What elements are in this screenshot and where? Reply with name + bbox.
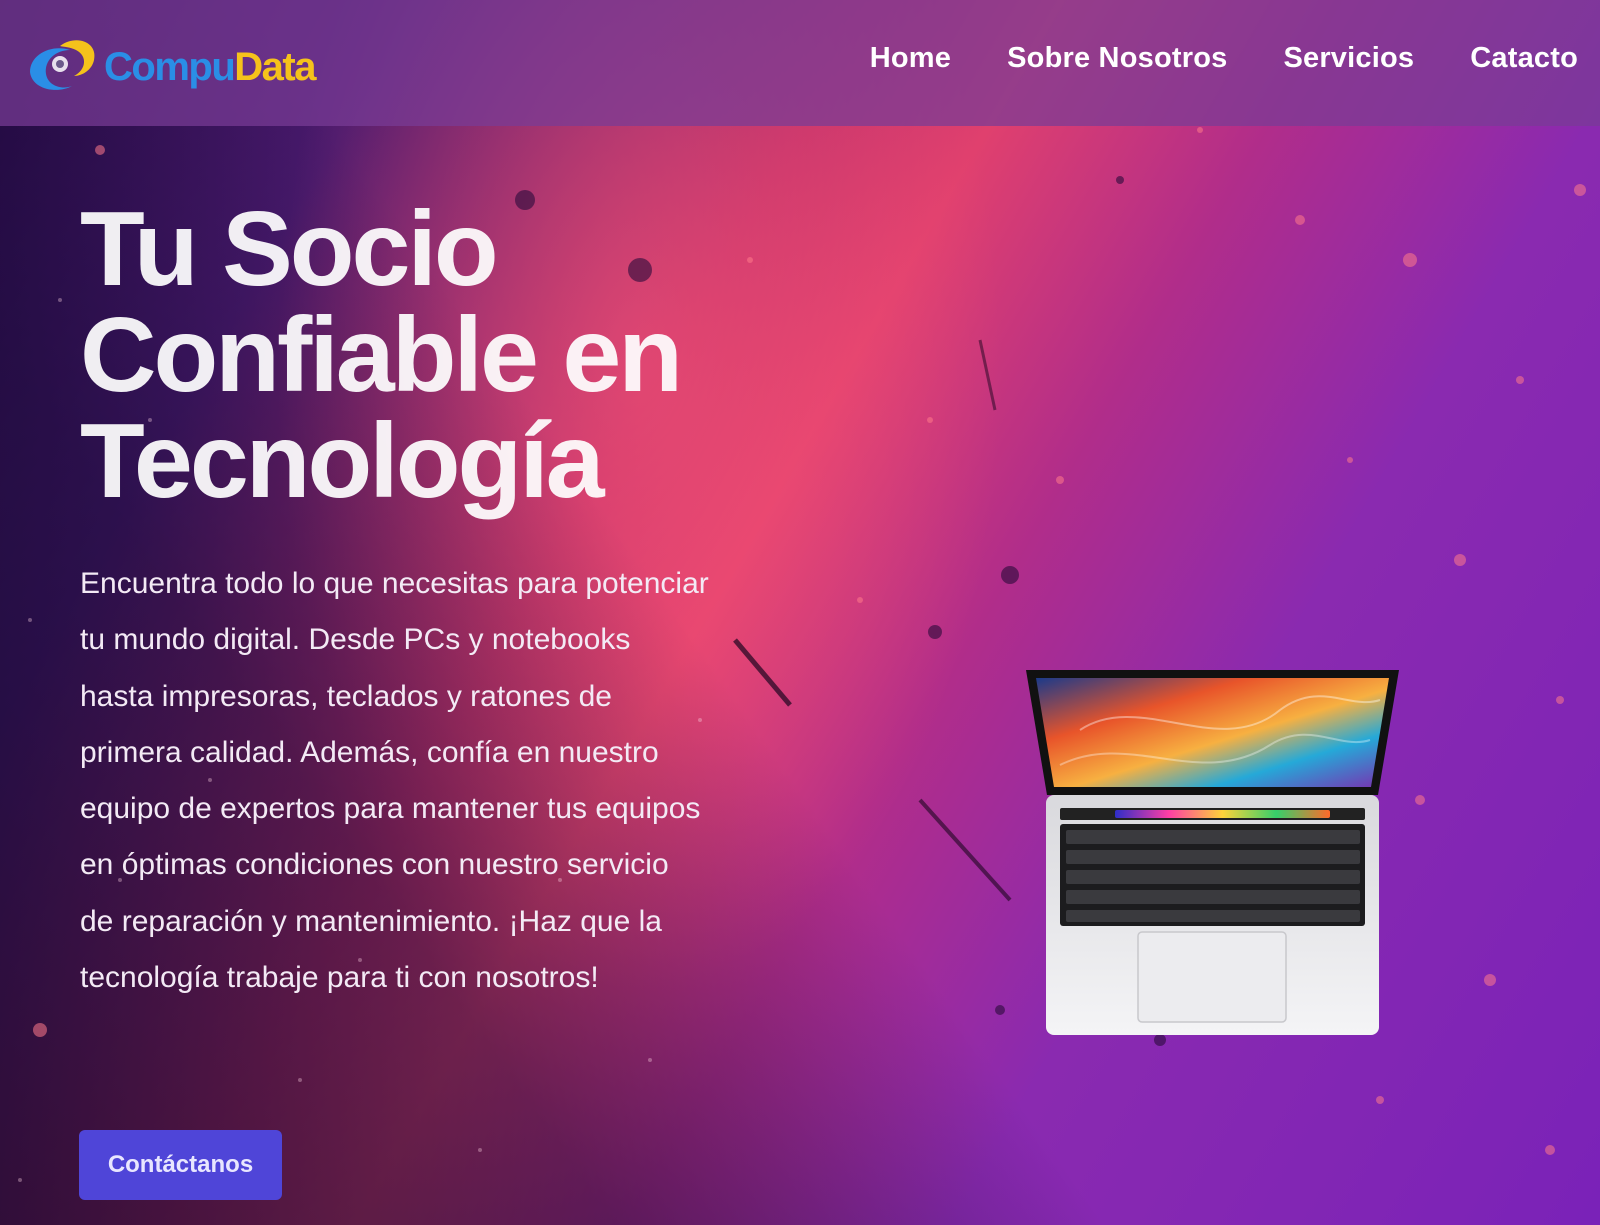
nav-link-contacto[interactable]: Catacto <box>1470 42 1578 75</box>
compudata-logo[interactable]: CompuData <box>22 32 342 94</box>
top-navbar: CompuData Home Sobre Nosotros Servicios … <box>0 0 1600 126</box>
nav-link-servicios[interactable]: Servicios <box>1283 42 1414 75</box>
contact-button[interactable]: Contáctanos <box>79 1130 282 1200</box>
hero-title: Tu Socio Confiable en Tecnología <box>80 196 780 514</box>
nav-link-sobre-nosotros[interactable]: Sobre Nosotros <box>1007 42 1227 75</box>
logo-text-compu: Compu <box>104 45 234 89</box>
hero-description: Encuentra todo lo que necesitas para pot… <box>80 567 709 995</box>
hero-title-line-2: Confiable en <box>80 296 683 414</box>
nav-menu: Home Sobre Nosotros Servicios Catacto <box>870 42 1578 75</box>
hero-title-line-1: Tu Socio <box>80 190 499 308</box>
nav-link-home[interactable]: Home <box>870 42 951 75</box>
hero-title-line-3: Tecnología <box>80 402 605 520</box>
svg-text:CompuData: CompuData <box>104 45 317 89</box>
laptop-image <box>1026 670 1399 1035</box>
logo-text-data: Data <box>234 45 317 89</box>
logo-eye-icon <box>30 40 95 90</box>
